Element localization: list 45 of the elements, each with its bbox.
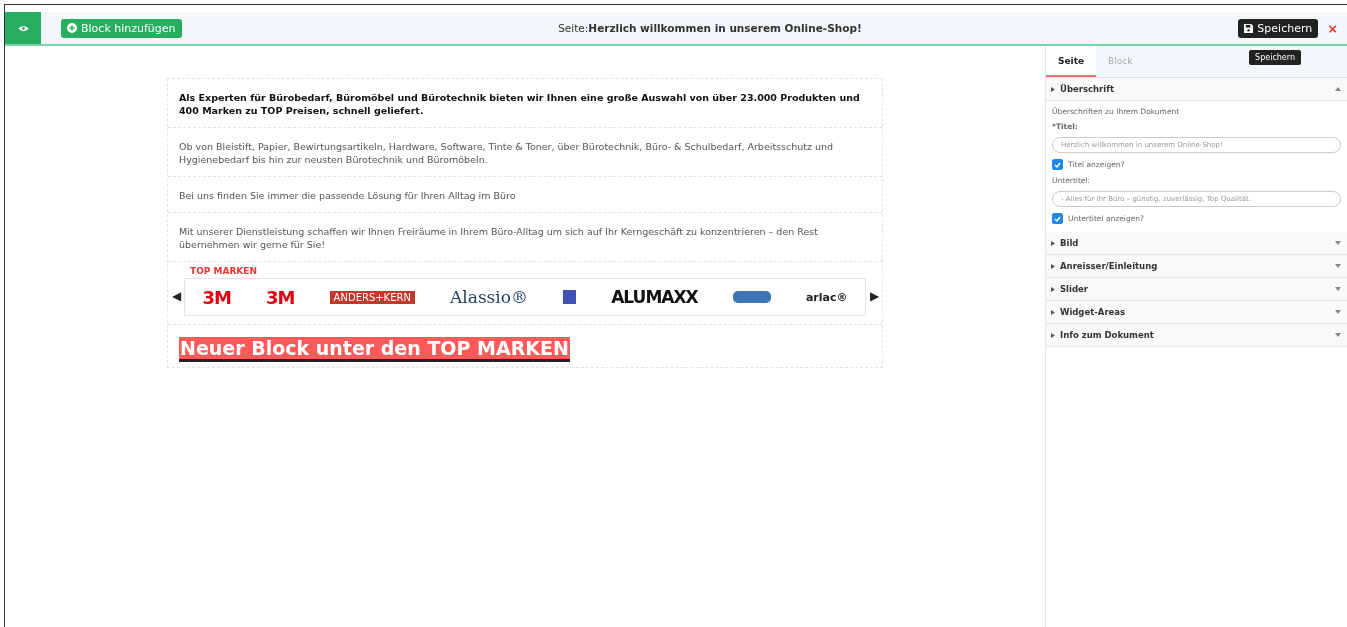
caret-icon (1051, 240, 1055, 246)
accordion-header[interactable]: Widget-Areas (1046, 301, 1347, 324)
paragraph: Als Experten für Bürobedarf, Büromöbel und Bürotechnik bieten wir Ihnen eine große Auswahl von über 23.000 Produkten und 400 Marken zu TOP Preisen, schnell geliefert. (168, 79, 882, 128)
accordion-header[interactable]: Anreisser/Einleitung (1046, 255, 1347, 278)
tooltip: Speichern (1249, 50, 1301, 65)
paragraph: Ob von Bleistift, Papier, Bewirtungsartikeln, Hardware, Software, Tinte & Toner, über Bürotechnik, Büro- & Schulbedarf, Arbeitsschutz und Hygienebedarf bis hin zur neusten Bürotechnik und Büromöbeln. (168, 128, 882, 177)
panel-tab[interactable]: Seite (1046, 46, 1097, 77)
brand-logo: ALUMAXX (611, 287, 698, 307)
checkbox[interactable] (1052, 159, 1063, 170)
paragraph: Mit unserer Dienstleistung schaffen wir Ihnen Freiräume in Ihrem Büro-Alltag um sich auf Ihr Kerngeschäft zu konzentrieren – den Rest übernehmen wir gerne für Sie! (168, 213, 882, 262)
previous-button[interactable]: ◀ (168, 289, 184, 303)
accordion-header[interactable]: Überschrift (1046, 78, 1347, 101)
checkbox[interactable] (1052, 213, 1063, 224)
accordion-header[interactable]: Info zum Dokument (1046, 324, 1347, 347)
accordion-header[interactable]: Bild (1046, 232, 1347, 255)
section-heading: TOP MARKEN (190, 266, 259, 276)
chevron-down-icon (1335, 264, 1341, 268)
page-title: Seite:Herzlich willkommen in unserem Online-Shop! (557, 22, 863, 34)
caret-icon (1051, 86, 1055, 92)
chevron-down-icon (1335, 241, 1341, 245)
save-button[interactable]: Speichern (1238, 18, 1319, 38)
block-heading: Neuer Block unter den TOP MARKEN (179, 337, 570, 362)
brand-logo: 3M (266, 286, 295, 308)
logo-icon (563, 290, 577, 304)
next-button[interactable]: ▶ (866, 289, 882, 303)
brand-logo: arlac® (805, 290, 848, 304)
preview-button[interactable] (5, 12, 41, 44)
brand-logo: 3M (202, 286, 231, 308)
save-icon (1244, 23, 1254, 33)
close-button[interactable]: × (1324, 19, 1341, 37)
chevron-down-icon (1335, 310, 1341, 314)
brand-logo: ANDERS+KERN (329, 290, 415, 304)
caret-icon (1051, 309, 1055, 315)
eye-icon (17, 24, 29, 32)
plus-icon (67, 23, 77, 33)
chevron-up-icon (1335, 87, 1341, 91)
caret-icon (1051, 286, 1055, 292)
caret-icon (1051, 332, 1055, 338)
accordion-header[interactable]: Slider (1046, 278, 1347, 301)
caret-icon (1051, 263, 1055, 269)
paragraph: Bei uns finden Sie immer die passende Lösung für Ihren Alltag im Büro (168, 177, 882, 213)
chevron-down-icon (1335, 287, 1341, 291)
logo-icon (732, 291, 771, 303)
chevron-down-icon (1335, 333, 1341, 337)
brand-logo: Alassio® (450, 287, 528, 307)
